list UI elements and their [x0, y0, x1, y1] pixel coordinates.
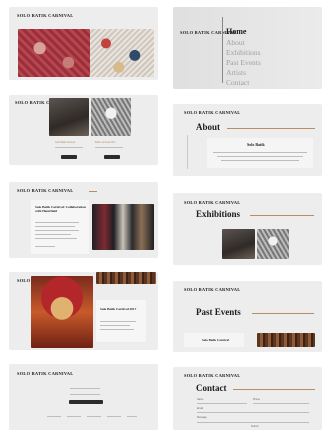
text-line [100, 329, 134, 330]
view-button-right[interactable] [104, 155, 120, 159]
hero-photo-dancer [18, 29, 90, 77]
about-accent-line [227, 128, 315, 129]
about-text-line [213, 152, 307, 153]
text-line [35, 226, 75, 227]
past-event-label[interactable]: Solo Batik Carnival [202, 338, 229, 342]
screen-about: SOLO BATIK CARNIVAL About Solo Batik [173, 104, 322, 176]
site-title[interactable]: SOLO BATIK CARNIVAL [184, 110, 240, 115]
text-line [35, 230, 79, 231]
runway-photo [92, 204, 154, 250]
screen-past-events: SOLO BATIK CARNIVAL Past Events Solo Bat… [173, 281, 322, 352]
dancers-strip [96, 272, 156, 284]
screen-featured: SOLO BATIK CARNIVAL Solo Batik Carnival … [9, 95, 158, 165]
contact-heading: Contact [196, 383, 227, 393]
menu-item-about[interactable]: About [226, 38, 245, 47]
menu-item-exhibitions[interactable]: Exhibitions [226, 48, 261, 57]
screen-contact: SOLO BATIK CARNIVAL Contact Name Phone E… [173, 367, 322, 430]
text-line [35, 238, 77, 239]
past-events-heading: Past Events [196, 307, 241, 317]
text-line [100, 321, 136, 322]
exhibition-photo-1 [222, 229, 255, 259]
text-line [35, 246, 55, 247]
contact-name-field[interactable] [197, 403, 247, 404]
form-line [70, 394, 100, 395]
contact-submit-button[interactable]: Submit [251, 425, 258, 428]
contact-label-name: Name [197, 398, 204, 401]
site-title[interactable]: SOLO BATIK CARNIVAL [17, 13, 73, 18]
screen-menu: SOLO BATIK CARNIVAL Home About Exhibitio… [173, 7, 322, 89]
menu-item-artists[interactable]: Artists [226, 68, 246, 77]
contact-email-field[interactable] [197, 412, 309, 413]
caption-line [55, 147, 83, 148]
featured-photo-right [91, 98, 131, 136]
past-event-photo [257, 333, 315, 347]
footer-link [87, 416, 101, 417]
footer-link [67, 416, 81, 417]
mask-photo [31, 276, 93, 348]
screen-footer: SOLO BATIK CARNIVAL [9, 364, 158, 430]
exhibitions-accent-line [250, 215, 314, 216]
caption-left: Solo Batik Carnival [55, 141, 76, 144]
exhibition-photo-2 [257, 229, 289, 259]
about-text-line [221, 160, 299, 161]
menu-divider [222, 17, 223, 83]
screen-exhibitions: SOLO BATIK CARNIVAL Exhibitions [173, 193, 322, 265]
exhibitions-heading: Exhibitions [196, 209, 241, 219]
article-heading: Solo Batik Carnival: Collaboration with … [35, 205, 86, 213]
past-events-accent-line [252, 313, 314, 314]
site-title[interactable]: SOLO BATIK CARNIVAL [17, 371, 73, 376]
about-text-line [217, 156, 303, 157]
text-line [100, 325, 130, 326]
contact-label-email: Email [197, 407, 203, 410]
title-accent [89, 191, 97, 192]
footer-link [107, 416, 121, 417]
screen-collaboration: SOLO BATIK CARNIVAL Solo Batik Carnival:… [9, 182, 158, 258]
screen-home-hero: SOLO BATIK CARNIVAL [9, 7, 158, 80]
footer-link [47, 416, 61, 417]
article-heading: Solo Batik Carnival 2017 [100, 307, 137, 311]
subscribe-button[interactable] [69, 400, 103, 404]
caption-line [95, 147, 123, 148]
about-side-rule [187, 135, 188, 169]
caption-right: Batik Carnival 2017 [95, 141, 116, 144]
contact-label-phone: Phone [253, 398, 260, 401]
site-title[interactable]: SOLO BATIK CARNIVAL [184, 200, 240, 205]
menu-item-contact[interactable]: Contact [226, 78, 249, 87]
about-heading: About [196, 122, 221, 132]
contact-message-field[interactable] [197, 422, 309, 423]
contact-accent-line [233, 389, 315, 390]
text-line [35, 222, 79, 223]
footer-link [127, 416, 137, 417]
text-line [35, 234, 71, 235]
contact-phone-field[interactable] [253, 403, 309, 404]
screen-carnival-2017: SOLO BATIK CARNIVAL Solo Batik Carnival … [9, 272, 158, 350]
about-box-title: Solo Batik [247, 142, 265, 147]
form-line [70, 388, 100, 389]
site-title[interactable]: SOLO BATIK CARNIVAL [184, 373, 240, 378]
menu-item-home[interactable]: Home [226, 27, 246, 36]
featured-photo-left [49, 98, 89, 136]
view-button-left[interactable] [61, 155, 77, 159]
site-title[interactable]: SOLO BATIK CARNIVAL [184, 287, 240, 292]
site-title[interactable]: SOLO BATIK CARNIVAL [17, 188, 73, 193]
menu-item-past-events[interactable]: Past Events [226, 58, 261, 67]
hero-photo-batik [90, 29, 154, 77]
contact-label-message: Message [197, 416, 207, 419]
